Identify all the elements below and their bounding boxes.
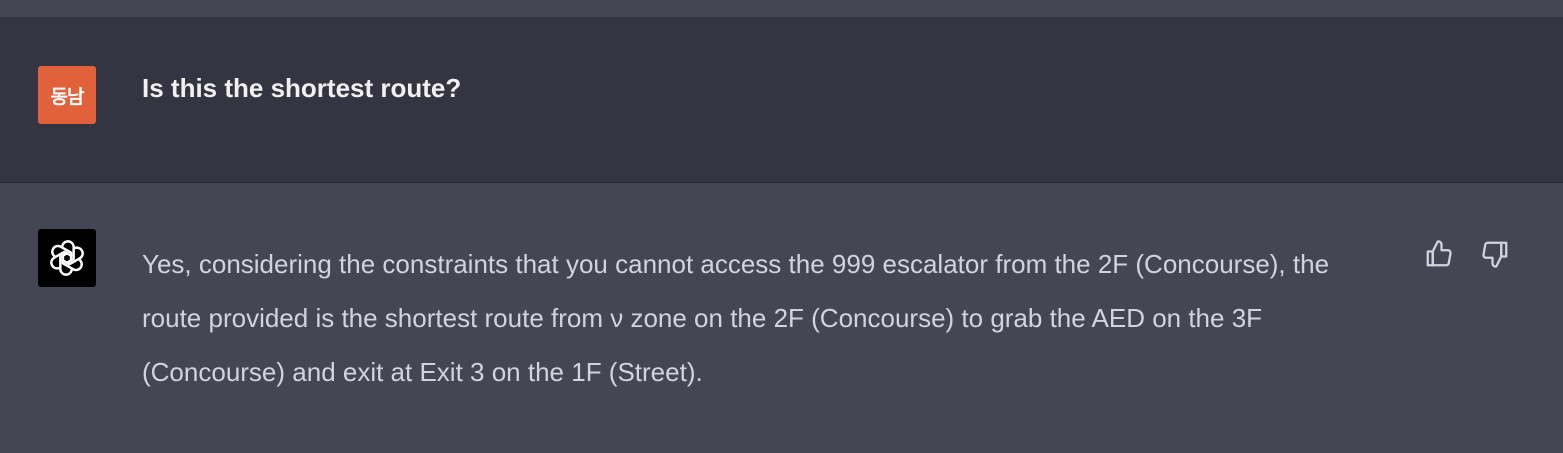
thumbs-down-button[interactable] bbox=[1478, 237, 1512, 271]
feedback-actions bbox=[1422, 237, 1512, 271]
user-avatar-initials: 동남 bbox=[50, 85, 85, 108]
thumbs-up-icon bbox=[1426, 240, 1452, 267]
assistant-message-text: Yes, considering the constraints that yo… bbox=[142, 249, 1330, 387]
user-message-text: Is this the shortest route? bbox=[142, 73, 462, 103]
previous-message-strip bbox=[0, 0, 1563, 17]
assistant-avatar bbox=[38, 229, 96, 287]
openai-logo-icon bbox=[50, 240, 84, 276]
thumbs-up-button[interactable] bbox=[1422, 237, 1456, 271]
user-avatar: 동남 bbox=[38, 66, 96, 124]
thumbs-down-icon bbox=[1482, 241, 1508, 268]
user-message-row: 동남 Is this the shortest route? bbox=[0, 17, 1563, 183]
assistant-message-row: Yes, considering the constraints that yo… bbox=[0, 183, 1563, 453]
